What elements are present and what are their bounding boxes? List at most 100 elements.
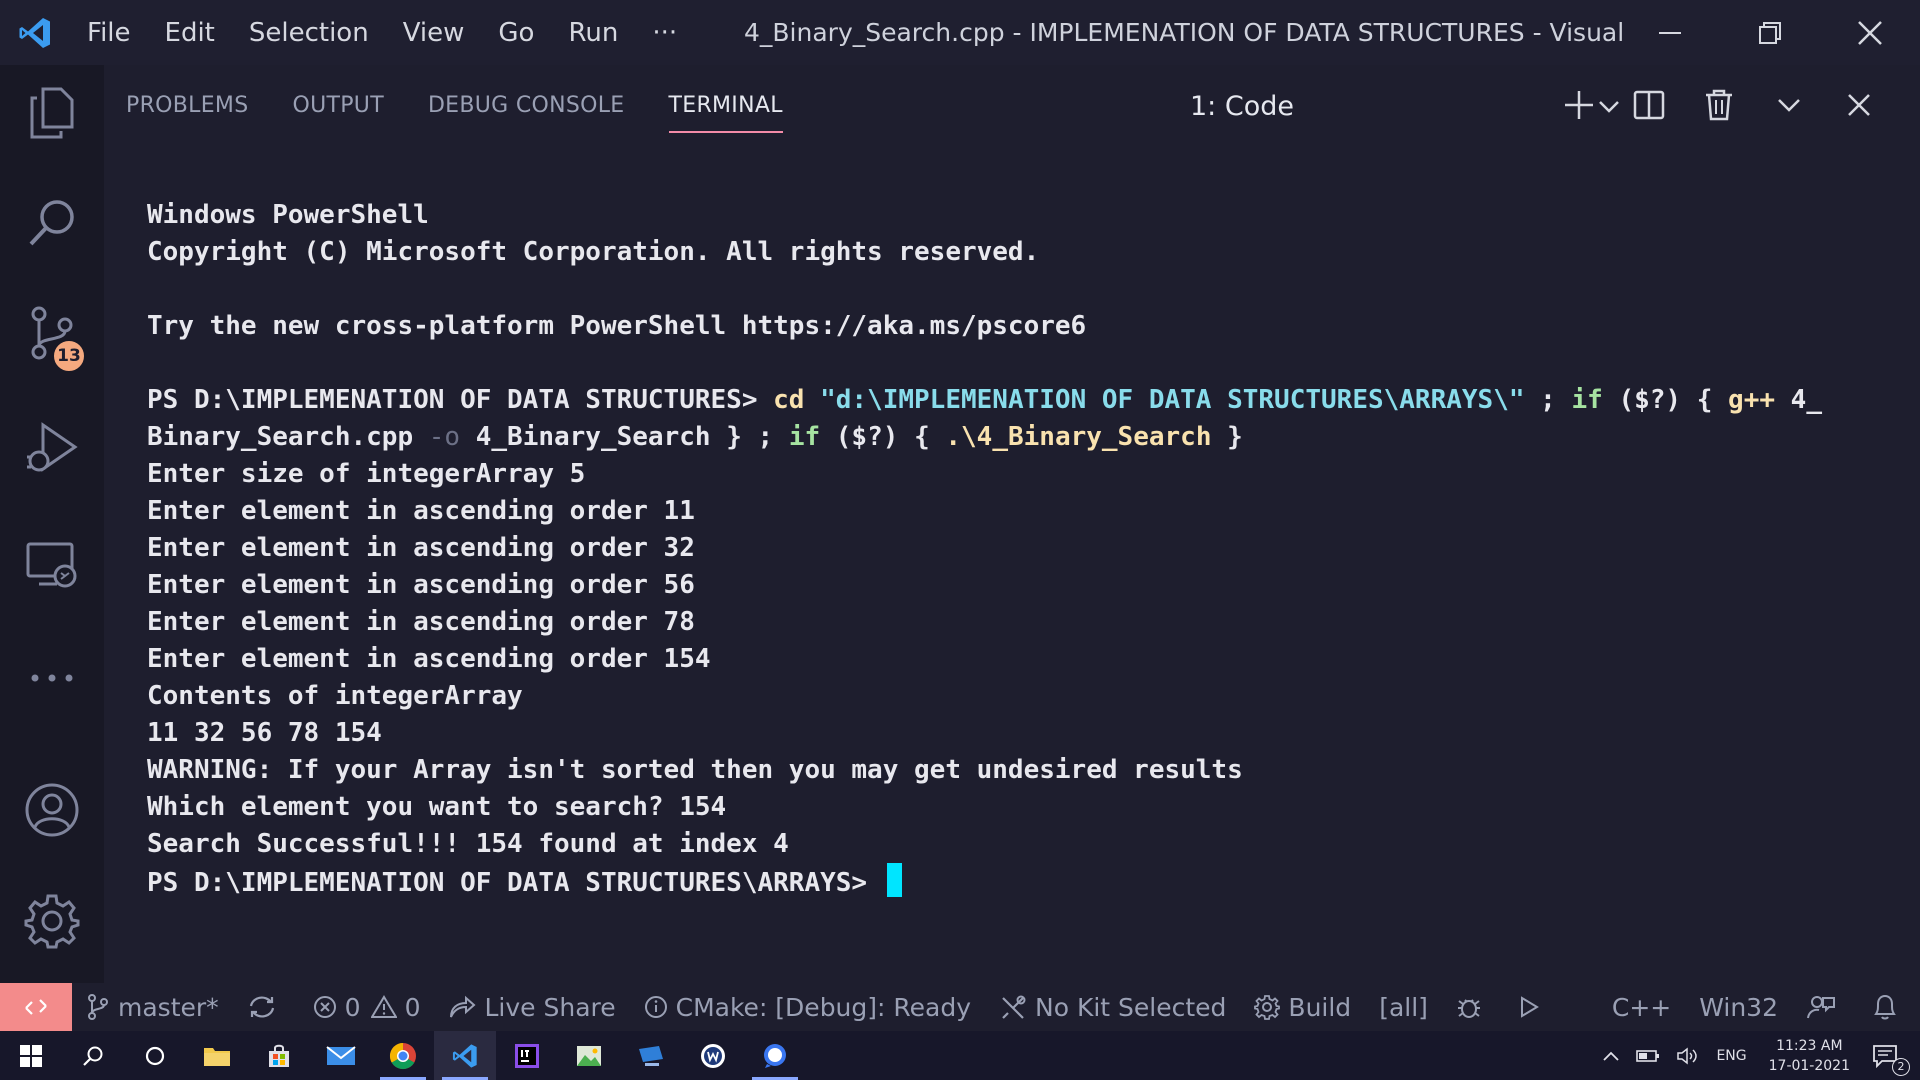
play-icon <box>1520 996 1539 1018</box>
chevron-up-icon <box>1603 1051 1620 1061</box>
terminal-output[interactable]: Windows PowerShell Copyright (C) Microso… <box>147 197 1887 900</box>
kit-label: No Kit Selected <box>1035 992 1227 1022</box>
word-app[interactable] <box>682 1031 744 1080</box>
run-debug-icon <box>27 422 78 472</box>
cmd-if: if <box>788 422 836 452</box>
menu-run[interactable]: Run <box>551 0 635 65</box>
terminal-command-line-wrap: Binary_Search.cpp -o 4_Binary_Search } ;… <box>147 419 1887 456</box>
photos-app[interactable] <box>558 1031 620 1080</box>
maximize-panel-button[interactable] <box>1754 65 1824 145</box>
terminal-panel: PROBLEMS OUTPUT DEBUG CONSOLE TERMINAL 1… <box>104 65 1920 983</box>
feedback-button[interactable] <box>1792 983 1858 1031</box>
minimize-button[interactable] <box>1620 0 1720 65</box>
terminal-line: Try the new cross-platform PowerShell ht… <box>147 311 1087 341</box>
terminal-line: Enter element in ascending order 11 <box>147 496 695 526</box>
problems-indicator[interactable]: 0 0 <box>299 983 435 1031</box>
terminal-line: Enter size of integerArray 5 <box>147 459 586 489</box>
menu-selection[interactable]: Selection <box>232 0 386 65</box>
build-target[interactable]: [all] <box>1365 983 1442 1031</box>
cortana-button[interactable] <box>124 1031 186 1080</box>
start-button[interactable] <box>0 1031 62 1080</box>
clock[interactable]: 11:23 AM 17-01-2021 <box>1755 1036 1864 1076</box>
intellij-app[interactable] <box>496 1031 558 1080</box>
settings-button[interactable] <box>0 873 104 969</box>
split-icon <box>1633 90 1665 120</box>
sync-button[interactable] <box>233 983 299 1031</box>
tab-problems[interactable]: PROBLEMS <box>104 65 270 145</box>
close-window-button[interactable] <box>1820 0 1920 65</box>
restore-button[interactable] <box>1720 0 1820 65</box>
action-center-button[interactable]: 2 <box>1864 1044 1920 1076</box>
new-terminal-button[interactable] <box>1544 65 1614 145</box>
run-debug-button[interactable] <box>0 400 104 496</box>
battery-button[interactable] <box>1628 1049 1668 1063</box>
live-share-button[interactable]: Live Share <box>434 983 629 1031</box>
tab-output[interactable]: OUTPUT <box>270 65 405 145</box>
cmd-file-part2: Binary_Search.cpp <box>147 422 429 452</box>
source-control-badge: 13 <box>52 339 86 373</box>
split-terminal-button[interactable] <box>1614 65 1684 145</box>
search-button[interactable] <box>0 175 104 271</box>
notifications-button[interactable] <box>1858 983 1920 1031</box>
input-language[interactable]: ENG <box>1708 1048 1754 1064</box>
panel-tabs: PROBLEMS OUTPUT DEBUG CONSOLE TERMINAL <box>104 65 805 145</box>
system-tray: ENG 11:23 AM 17-01-2021 2 <box>1594 1031 1920 1080</box>
more-views-button[interactable] <box>0 630 104 726</box>
remote-desktop-app[interactable] <box>620 1031 682 1080</box>
mail-app[interactable] <box>310 1031 372 1080</box>
menu-more[interactable]: ··· <box>635 0 694 65</box>
live-share-label: Live Share <box>484 992 616 1022</box>
vscode-app[interactable] <box>434 1031 496 1080</box>
cmd-if: if <box>1571 385 1619 415</box>
terminal-cursor <box>886 863 902 897</box>
menu-file[interactable]: File <box>70 0 148 65</box>
warning-icon <box>370 995 397 1018</box>
kit-selector[interactable]: No Kit Selected <box>985 983 1240 1031</box>
store-app[interactable] <box>248 1031 310 1080</box>
window-title: 4_Binary_Search.cpp - IMPLEMENATION OF D… <box>744 18 1624 47</box>
debug-button[interactable] <box>1442 983 1504 1031</box>
launch-button[interactable] <box>1504 983 1562 1031</box>
cmd-close: } <box>1227 422 1243 452</box>
menu-go[interactable]: Go <box>481 0 551 65</box>
remote-button[interactable] <box>0 983 72 1031</box>
tab-terminal[interactable]: TERMINAL <box>647 65 805 145</box>
language-mode[interactable]: C++ <box>1598 983 1685 1031</box>
tab-debug-console[interactable]: DEBUG CONSOLE <box>406 65 647 145</box>
git-branch-icon <box>88 994 108 1020</box>
source-control-button[interactable]: 13 <box>0 285 104 381</box>
cmd-run: .\4_Binary_Search <box>945 422 1228 452</box>
cmd-file-part1: 4_ <box>1790 385 1822 415</box>
show-hidden-icons-button[interactable] <box>1594 1049 1628 1063</box>
tools-icon <box>1002 995 1026 1019</box>
cmake-status[interactable]: CMake: [Debug]: Ready <box>630 983 985 1031</box>
restore-icon <box>1759 21 1781 44</box>
remote-icon <box>25 999 47 1015</box>
feedback-icon <box>1807 996 1835 1019</box>
search-icon <box>83 1046 103 1066</box>
remote-explorer-button[interactable] <box>0 517 104 613</box>
volume-button[interactable] <box>1668 1046 1708 1065</box>
menu-edit[interactable]: Edit <box>148 0 232 65</box>
remote-desktop-icon <box>639 1045 663 1066</box>
branch-indicator[interactable]: master* <box>72 983 233 1031</box>
windows-taskbar: ENG 11:23 AM 17-01-2021 2 <box>0 1031 1920 1080</box>
file-explorer-app[interactable] <box>186 1031 248 1080</box>
chat-icon <box>764 1043 786 1068</box>
cmd-brace: { <box>1696 385 1729 415</box>
explorer-button[interactable] <box>0 65 104 161</box>
cmd-path: "d:\IMPLEMENATION OF DATA STRUCTURES\ARR… <box>820 385 1525 415</box>
signal-app[interactable] <box>744 1031 806 1080</box>
kill-terminal-button[interactable] <box>1684 65 1754 145</box>
chrome-app[interactable] <box>372 1031 434 1080</box>
platform-selector[interactable]: Win32 <box>1685 983 1792 1031</box>
vscode-window: File Edit Selection View Go Run ··· 4_Bi… <box>0 0 1920 1080</box>
gear-icon <box>1254 995 1281 1020</box>
build-button[interactable]: Build <box>1240 983 1365 1031</box>
terminal-line: Enter element in ascending order 56 <box>147 570 695 600</box>
menu-view[interactable]: View <box>386 0 482 65</box>
close-panel-button[interactable] <box>1824 65 1894 145</box>
accounts-button[interactable] <box>0 762 104 858</box>
taskbar-search-button[interactable] <box>62 1031 124 1080</box>
vscode-logo-icon[interactable] <box>0 0 70 65</box>
